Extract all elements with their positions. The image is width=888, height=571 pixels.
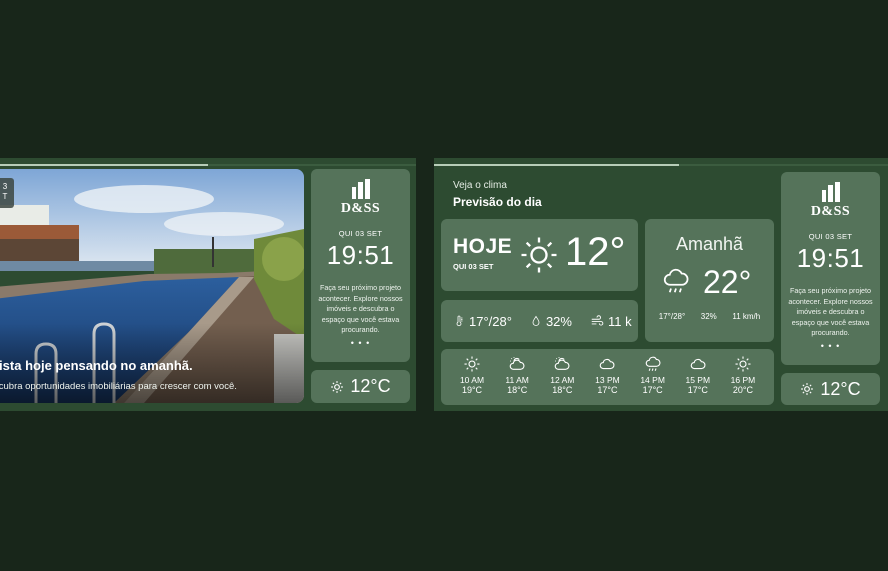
progress-fill	[434, 164, 680, 166]
partly-cloudy-icon	[555, 357, 570, 370]
pagination-dots: • • •	[820, 340, 841, 351]
hourly-item: 12 AM 18°C	[543, 355, 581, 395]
tomorrow-stats: 17°/28° 32% 11 km/h	[645, 312, 774, 321]
hourly-time: 10 AM	[459, 375, 485, 385]
photo-subtext: scubra oportunidades imobiliárias para c…	[0, 381, 237, 392]
today-card: HOJE QUI 03 SET 12°	[441, 219, 638, 291]
tomorrow-minmax: 17°/28°	[658, 312, 686, 321]
hourly-forecast-card: 10 AM 19°C 11 AM 18°C 12 AM 18°C 13 PM 17°C 14 P…	[441, 349, 774, 405]
today-wind: 11 k	[607, 313, 632, 329]
wind-icon	[591, 315, 604, 326]
hourly-time: 13 PM	[595, 375, 620, 385]
hourly-temperature: 20°C	[732, 385, 753, 395]
hourly-forecast-list: 10 AM 19°C 11 AM 18°C 12 AM 18°C 13 PM 17°C 14 P…	[441, 349, 774, 395]
today-stats-card: 17°/28° 32% 11 k	[441, 300, 638, 342]
clock-date: QUI 03 SET	[338, 229, 383, 238]
rain-cloud-icon	[663, 268, 689, 293]
today-label: HOJE	[453, 235, 513, 258]
today-date: QUI 03 SET	[453, 262, 494, 271]
brand-logo-text: D&SS	[810, 204, 851, 219]
current-temperature: 12°C	[350, 376, 391, 396]
humidity-icon	[532, 315, 540, 326]
tomorrow-humidity: 32%	[700, 312, 717, 321]
weather-label: Veja o clima	[453, 180, 507, 191]
temperature-card: 12°C	[781, 373, 880, 405]
hourly-time: 14 PM	[640, 375, 665, 385]
promo-text: Faça seu próximo projeto acontecer. Expl…	[788, 286, 873, 337]
tomorrow-card: Amanhã 22° 17°/28° 32% 11 km/h	[645, 219, 774, 342]
progress-track	[0, 164, 416, 166]
clock-card: D&SS QUI 03 SET 19:51 Faça seu próximo p…	[311, 169, 410, 362]
sun-icon	[801, 383, 814, 395]
hourly-item: 13 PM 17°C	[588, 355, 626, 395]
rain-cloud-icon	[645, 356, 661, 371]
progress-track	[434, 164, 888, 166]
tomorrow-label: Amanhã	[675, 234, 744, 254]
brand-logo-text: D&SS	[340, 201, 381, 216]
photo-headline: rista hoje pensando no amanhã.	[0, 358, 193, 373]
signage-screen-left: rista hoje pensando no amanhã. scubra op…	[0, 158, 416, 411]
hourly-temperature: 17°C	[642, 385, 663, 395]
cloud-icon	[690, 358, 706, 370]
hourly-temperature: 18°C	[507, 385, 528, 395]
hourly-time: 12 AM	[550, 375, 575, 385]
partly-cloudy-icon	[509, 357, 525, 370]
weather-title: Previsão do dia	[453, 195, 542, 209]
cloud-icon	[600, 358, 615, 370]
hourly-time: 15 PM	[685, 375, 711, 385]
photo-card: rista hoje pensando no amanhã. scubra op…	[0, 169, 304, 403]
progress-fill	[0, 164, 208, 166]
tomorrow-temperature: 22°	[703, 264, 752, 300]
clock-date: QUI 03 SET	[808, 232, 853, 241]
today-humidity: 32%	[545, 313, 572, 329]
thermometer-icon	[456, 315, 463, 327]
today-minmax: 17°/28°	[469, 313, 512, 329]
hourly-temperature: 17°C	[687, 385, 708, 395]
building-logo-icon	[351, 179, 370, 199]
qr-chip: 3 T	[0, 178, 14, 208]
clock-time: 19:51	[326, 240, 395, 270]
current-temperature: 12°C	[820, 378, 861, 399]
tomorrow-wind: 11 km/h	[732, 312, 761, 321]
hourly-time: 16 PM	[730, 375, 756, 385]
hourly-item: 16 PM 20°C	[724, 355, 762, 395]
hourly-item: 10 AM 19°C	[453, 355, 491, 395]
hourly-item: 11 AM 18°C	[498, 355, 536, 395]
hourly-temperature: 18°C	[552, 385, 573, 395]
sun-icon	[464, 356, 480, 372]
sun-icon	[735, 356, 751, 372]
promo-text: Faça seu próximo projeto acontecer. Expl…	[318, 283, 403, 334]
clock-card: D&SS QUI 03 SET 19:51 Faça seu próximo p…	[781, 172, 880, 365]
hourly-item: 14 PM 17°C	[634, 355, 672, 395]
pagination-dots: • • •	[350, 337, 371, 348]
hourly-temperature: 17°C	[597, 385, 618, 395]
building-logo-icon	[821, 182, 840, 202]
today-temperature: 12°	[565, 230, 626, 274]
hourly-time: 11 AM	[505, 375, 529, 385]
hourly-item: 15 PM 17°C	[679, 355, 717, 395]
sun-icon	[331, 380, 344, 393]
temperature-card: 12°C	[311, 370, 410, 403]
signage-screen-right: Veja o clima Previsão do dia HOJE QUI 03…	[434, 158, 888, 411]
sun-icon	[521, 237, 557, 273]
hourly-temperature: 19°C	[461, 385, 483, 395]
clock-time: 19:51	[796, 243, 865, 273]
